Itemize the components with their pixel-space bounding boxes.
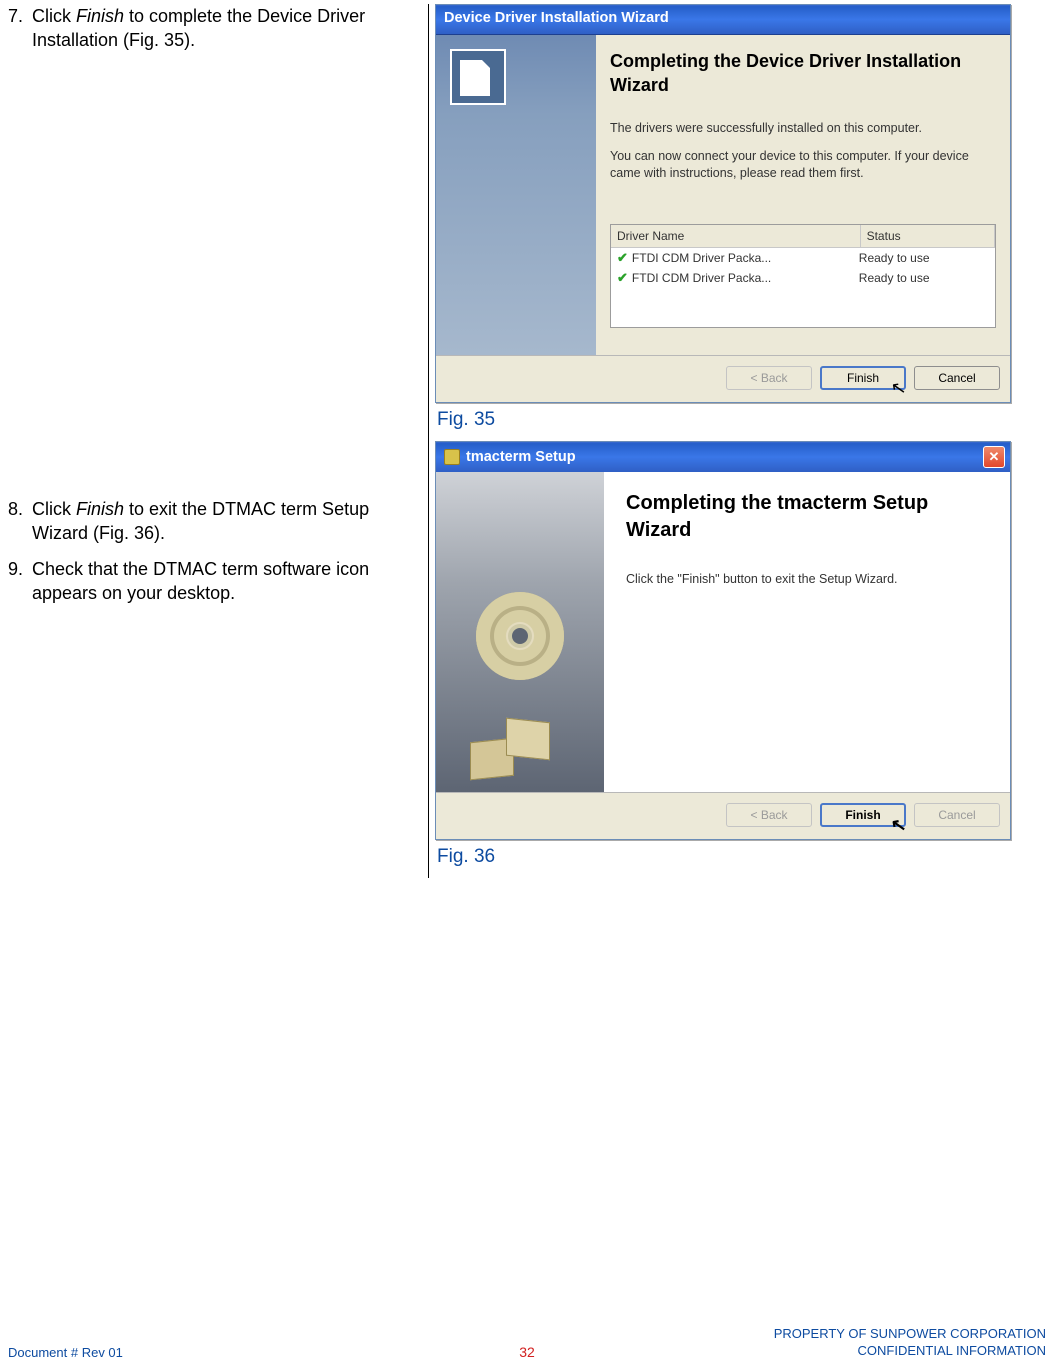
check-icon: ✔	[617, 250, 628, 265]
driver-table: Driver Name Status ✔FTDI CDM Driver Pack…	[610, 224, 996, 328]
device-driver-wizard-window: Device Driver Installation Wizard Comple…	[435, 4, 1011, 403]
step-text: Click Finish to complete the Device Driv…	[32, 4, 422, 53]
wizard-text: The drivers were successfully installed …	[610, 120, 996, 137]
wizard-button-bar: < Back Finish ↖ Cancel	[436, 792, 1010, 839]
wizard-heading: Completing the tmacterm Setup Wizard	[626, 490, 992, 544]
table-row[interactable]: ✔FTDI CDM Driver Packa... Ready to use	[611, 248, 995, 268]
footer-right: PROPERTY OF SUNPOWER CORPORATION CONFIDE…	[774, 1326, 1046, 1360]
table-row[interactable]: ✔FTDI CDM Driver Packa... Ready to use	[611, 268, 995, 288]
window-titlebar: Device Driver Installation Wizard	[436, 5, 1010, 35]
finish-button[interactable]: Finish ↖	[820, 803, 906, 827]
wizard-content: Completing the tmacterm Setup Wizard Cli…	[604, 472, 1010, 792]
step-number: 7.	[8, 4, 32, 53]
back-button: < Back	[726, 803, 812, 827]
document-icon	[450, 49, 506, 105]
wizard-heading: Completing the Device Driver Installatio…	[610, 49, 996, 98]
check-icon: ✔	[617, 270, 628, 285]
window-titlebar: tmacterm Setup ✕	[436, 442, 1010, 472]
wizard-text: You can now connect your device to this …	[610, 148, 996, 182]
cursor-icon: ↖	[889, 377, 907, 399]
column-header-status[interactable]: Status	[861, 225, 995, 247]
wizard-content: Completing the Device Driver Installatio…	[596, 35, 1010, 355]
box-icon	[486, 720, 556, 780]
wizard-sidebar	[436, 35, 596, 355]
back-button: < Back	[726, 366, 812, 390]
cursor-icon: ↖	[889, 814, 907, 836]
cd-icon	[476, 592, 564, 680]
instructions-column: 7. Click Finish to complete the Device D…	[8, 4, 428, 878]
column-header-driver-name[interactable]: Driver Name	[611, 225, 861, 247]
page-footer: Document # Rev 01 32 PROPERTY OF SUNPOWE…	[0, 1326, 1054, 1360]
figures-column: Device Driver Installation Wizard Comple…	[428, 4, 1038, 878]
cancel-button[interactable]: Cancel	[914, 366, 1000, 390]
close-button[interactable]: ✕	[983, 446, 1005, 468]
figure-caption: Fig. 35	[437, 409, 1038, 431]
window-title: Device Driver Installation Wizard	[444, 10, 669, 26]
step-text: Check that the DTMAC term software icon …	[32, 557, 422, 606]
finish-button[interactable]: Finish ↖	[820, 366, 906, 390]
step-9: 9. Check that the DTMAC term software ic…	[8, 557, 422, 606]
cancel-button: Cancel	[914, 803, 1000, 827]
tmacterm-setup-window: tmacterm Setup ✕ Completing the tmacterm…	[435, 441, 1011, 840]
step-number: 9.	[8, 557, 32, 606]
step-8: 8. Click Finish to exit the DTMAC term S…	[8, 497, 422, 546]
wizard-sidebar	[436, 472, 604, 792]
window-title: tmacterm Setup	[444, 449, 576, 465]
step-number: 8.	[8, 497, 32, 546]
footer-left: Document # Rev 01	[8, 1345, 123, 1360]
wizard-button-bar: < Back Finish ↖ Cancel	[436, 355, 1010, 402]
wizard-text: Click the "Finish" button to exit the Se…	[626, 572, 992, 586]
figure-caption: Fig. 36	[437, 846, 1038, 868]
app-icon	[444, 449, 460, 465]
step-7: 7. Click Finish to complete the Device D…	[8, 4, 422, 53]
footer-page-number: 32	[519, 1344, 535, 1360]
step-text: Click Finish to exit the DTMAC term Setu…	[32, 497, 422, 546]
